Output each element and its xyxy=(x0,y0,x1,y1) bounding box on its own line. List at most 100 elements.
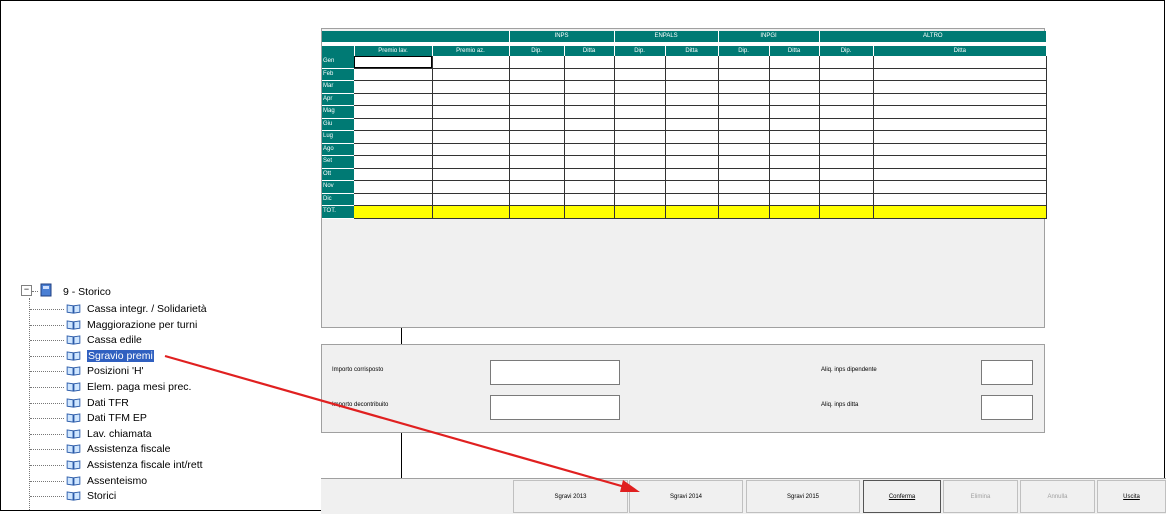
grid-cell[interactable] xyxy=(614,118,666,131)
grid-cell[interactable] xyxy=(665,68,719,81)
grid-cell[interactable] xyxy=(873,80,1047,94)
grid-cell[interactable] xyxy=(354,105,433,119)
tree-item[interactable]: Assistenza fiscale xyxy=(87,442,170,456)
grid-cell[interactable] xyxy=(614,130,666,144)
tree-item[interactable]: Dati TFR xyxy=(87,396,129,410)
grid-cell[interactable] xyxy=(509,80,565,94)
grid-cell[interactable] xyxy=(614,56,666,69)
tree-item[interactable]: Maggiorazione per turni xyxy=(87,318,197,332)
grid-cell[interactable] xyxy=(819,130,874,144)
grid-cell[interactable] xyxy=(819,56,874,69)
grid-cell[interactable] xyxy=(509,68,565,81)
uscita-button[interactable]: Uscita xyxy=(1097,480,1166,513)
grid-cell[interactable] xyxy=(564,180,615,194)
grid-cell[interactable] xyxy=(665,118,719,131)
grid-cell[interactable] xyxy=(564,143,615,156)
grid-cell[interactable] xyxy=(614,105,666,119)
grid-cell[interactable] xyxy=(718,105,770,119)
grid-cell[interactable] xyxy=(769,180,820,194)
grid-cell[interactable] xyxy=(873,155,1047,169)
grid-cell[interactable] xyxy=(665,56,719,69)
tree-item[interactable]: Elem. paga mesi prec. xyxy=(87,380,191,394)
grid-cell[interactable] xyxy=(718,130,770,144)
grid-cell[interactable] xyxy=(564,155,615,169)
grid-cell[interactable] xyxy=(509,205,565,219)
grid-cell[interactable] xyxy=(718,168,770,181)
conferma-button[interactable]: Conferma xyxy=(863,480,941,513)
grid-cell[interactable] xyxy=(665,143,719,156)
grid-cell[interactable] xyxy=(354,180,433,194)
tree-item[interactable]: Assenteismo xyxy=(87,474,147,488)
grid-cell[interactable] xyxy=(564,168,615,181)
sgravi-2015-button[interactable]: Sgravi 2015 xyxy=(746,480,860,513)
tree-root-label[interactable]: 9 - Storico xyxy=(63,285,111,299)
annulla-button[interactable]: Annulla xyxy=(1020,480,1095,513)
grid-cell[interactable] xyxy=(769,93,820,106)
grid-cell[interactable] xyxy=(665,180,719,194)
grid-cell[interactable] xyxy=(354,130,433,144)
grid-cell[interactable] xyxy=(769,130,820,144)
grid-cell[interactable] xyxy=(873,56,1047,69)
grid-cell[interactable] xyxy=(354,80,433,94)
grid-cell[interactable] xyxy=(432,193,510,206)
grid-cell[interactable] xyxy=(354,193,433,206)
grid-cell[interactable] xyxy=(665,80,719,94)
grid-cell[interactable] xyxy=(819,143,874,156)
tree-item[interactable]: Lav. chiamata xyxy=(87,427,152,441)
tree-item[interactable]: Assistenza fiscale int/rett xyxy=(87,458,203,472)
grid-cell[interactable] xyxy=(718,193,770,206)
grid-cell[interactable] xyxy=(769,168,820,181)
grid-cell[interactable] xyxy=(509,143,565,156)
grid-cell[interactable] xyxy=(432,205,510,219)
grid-cell[interactable] xyxy=(769,205,820,219)
grid-cell[interactable] xyxy=(432,80,510,94)
grid-cell[interactable] xyxy=(564,68,615,81)
grid-cell[interactable] xyxy=(665,105,719,119)
grid-cell[interactable] xyxy=(819,155,874,169)
grid-cell[interactable] xyxy=(564,118,615,131)
grid-cell[interactable] xyxy=(614,168,666,181)
grid-cell[interactable] xyxy=(665,130,719,144)
grid-cell[interactable] xyxy=(718,205,770,219)
grid-cell[interactable] xyxy=(873,168,1047,181)
collapse-toggle-icon[interactable]: − xyxy=(21,285,32,296)
grid-cell[interactable] xyxy=(432,130,510,144)
grid-cell[interactable] xyxy=(614,193,666,206)
grid-cell[interactable] xyxy=(354,56,433,69)
grid-cell[interactable] xyxy=(718,143,770,156)
grid-cell[interactable] xyxy=(819,205,874,219)
grid-cell[interactable] xyxy=(819,80,874,94)
grid-cell[interactable] xyxy=(873,143,1047,156)
grid-cell[interactable] xyxy=(718,68,770,81)
grid-cell[interactable] xyxy=(509,56,565,69)
grid-cell[interactable] xyxy=(665,93,719,106)
grid-cell[interactable] xyxy=(614,80,666,94)
importo-corrisposto-input[interactable] xyxy=(490,360,620,385)
grid-cell[interactable] xyxy=(769,56,820,69)
grid-cell[interactable] xyxy=(665,205,719,219)
grid-cell[interactable] xyxy=(873,68,1047,81)
grid-cell[interactable] xyxy=(769,118,820,131)
grid-cell[interactable] xyxy=(354,143,433,156)
grid-cell[interactable] xyxy=(769,68,820,81)
grid-cell[interactable] xyxy=(614,155,666,169)
aliq-dipendente-input[interactable] xyxy=(981,360,1033,385)
grid-cell[interactable] xyxy=(564,205,615,219)
grid-cell[interactable] xyxy=(614,205,666,219)
grid-cell[interactable] xyxy=(873,118,1047,131)
grid-cell[interactable] xyxy=(614,93,666,106)
grid-cell[interactable] xyxy=(718,155,770,169)
grid-cell[interactable] xyxy=(769,193,820,206)
grid-cell[interactable] xyxy=(769,105,820,119)
grid-cell[interactable] xyxy=(564,80,615,94)
grid-cell[interactable] xyxy=(873,130,1047,144)
grid-cell[interactable] xyxy=(873,105,1047,119)
grid-cell[interactable] xyxy=(718,56,770,69)
grid-cell[interactable] xyxy=(432,56,510,69)
grid-cell[interactable] xyxy=(509,93,565,106)
grid-cell[interactable] xyxy=(354,205,433,219)
grid-cell[interactable] xyxy=(873,180,1047,194)
grid-cell[interactable] xyxy=(509,130,565,144)
grid-cell[interactable] xyxy=(432,68,510,81)
grid-cell[interactable] xyxy=(564,130,615,144)
